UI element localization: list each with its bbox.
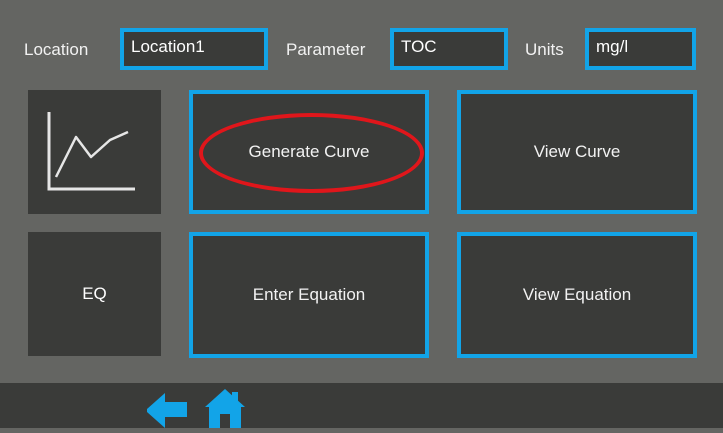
parameter-field[interactable]: TOC	[390, 28, 508, 70]
enter-equation-button[interactable]: Enter Equation	[189, 232, 429, 358]
eq-tile[interactable]: EQ	[28, 232, 161, 356]
enter-equation-label: Enter Equation	[252, 285, 366, 304]
footer-bar	[0, 383, 723, 428]
view-curve-button[interactable]: View Curve	[457, 90, 697, 214]
location-field[interactable]: Location1	[120, 28, 268, 70]
view-curve-label: View Curve	[533, 142, 621, 161]
location-label: Location	[24, 40, 89, 59]
parameter-label: Parameter	[286, 40, 366, 59]
generate-curve-button[interactable]: Generate Curve	[189, 90, 429, 214]
home-icon	[205, 389, 245, 428]
eq-label: EQ	[82, 284, 107, 303]
units-field[interactable]: mg/l	[585, 28, 696, 70]
view-equation-button[interactable]: View Equation	[457, 232, 697, 358]
back-arrow-icon	[147, 393, 187, 428]
view-equation-label: View Equation	[522, 285, 632, 304]
curve-tile[interactable]	[28, 90, 161, 214]
home-button[interactable]	[205, 388, 245, 428]
generate-curve-label: Generate Curve	[248, 142, 370, 161]
line-chart-icon	[47, 112, 135, 191]
units-label: Units	[525, 40, 564, 59]
back-button[interactable]	[145, 391, 189, 428]
